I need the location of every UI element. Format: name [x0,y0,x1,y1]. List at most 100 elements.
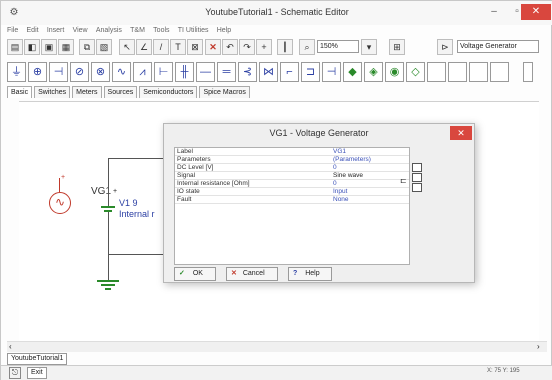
exit-icon[interactable]: ⎋ [9,367,21,379]
delete-icon[interactable]: ✕ [205,39,221,55]
transformer-icon[interactable]: ⊰ [238,62,257,82]
cancel-button[interactable]: ✕ Cancel [226,267,278,281]
horizontal-scrollbar[interactable]: ‹ › [7,341,547,352]
capacitor-icon[interactable]: ╫ [175,62,194,82]
wire-top-horizontal [108,158,164,159]
empty-slot-icon[interactable] [469,62,488,82]
voltage-pin-icon[interactable]: ⊐ [301,62,320,82]
bus-icon[interactable]: ═ [217,62,236,82]
place-component-icon[interactable]: ⊳ [437,39,453,55]
menu-file[interactable]: File [7,25,18,37]
property-row[interactable]: DC Level [V] 0 [175,164,409,172]
tab-meters[interactable]: Meters [72,86,102,98]
tab-basic[interactable]: Basic [7,86,33,98]
tab-switches[interactable]: Switches [34,86,71,98]
component-icon[interactable]: ⊞ [389,39,405,55]
diagram-icon[interactable]: ⊠ [187,39,203,55]
ground-line-3 [105,288,111,290]
sine-generator-icon[interactable]: ∿ [49,192,71,214]
pointer-icon[interactable]: ↖ [119,39,135,55]
empty-slot-icon[interactable] [490,62,509,82]
edit-value-button[interactable] [412,163,422,172]
property-value[interactable]: None [333,196,349,204]
current-source-icon[interactable]: ⊗ [91,62,110,82]
terminal-icon[interactable]: ⊣ [322,62,341,82]
signal-editor-button[interactable] [412,173,422,182]
zoom-dropdown-icon[interactable]: ▾ [361,39,377,55]
property-value[interactable]: 0 [333,164,337,172]
coupled-inductor-icon[interactable]: ⋈ [259,62,278,82]
voltage-source-icon[interactable]: ⊘ [70,62,89,82]
property-row[interactable]: Signal Sine wave [175,172,409,180]
property-value[interactable]: Input [333,188,347,196]
signal-edit-icon[interactable]: ⊏ [400,176,407,185]
property-row[interactable]: IO state Input [175,188,409,196]
property-value[interactable]: (Parameters) [333,156,371,164]
dc-source-icon[interactable]: ⊕ [28,62,47,82]
document-tab[interactable]: YoutubeTutorial1 [7,353,68,365]
property-row[interactable]: Internal resistance [Ohm] 0 [175,180,409,188]
property-value[interactable]: Sine wave [333,172,363,180]
new-icon[interactable]: ▤ [7,39,23,55]
wire-top-vertical [108,158,109,206]
ok-button[interactable]: ✓ OK [174,267,216,281]
voltmeter-icon[interactable]: ◉ [385,62,404,82]
battery-icon[interactable]: ⊣ [49,62,68,82]
menu-edit[interactable]: Edit [27,25,39,37]
switch-icon[interactable]: ⌐ [280,62,299,82]
menu-ti-utilities[interactable]: TI Utilities [178,25,209,37]
tab-spice-macros[interactable]: Spice Macros [199,86,250,98]
battery-plate-long [101,206,115,208]
wattmeter-icon[interactable]: ◇ [406,62,425,82]
wire-icon[interactable]: — [196,62,215,82]
text-icon[interactable]: T [170,39,186,55]
zoom-icon[interactable]: ⌕ [299,39,315,55]
property-value[interactable]: VG1 [333,148,346,156]
help-icon: ? [293,270,298,277]
print-icon[interactable]: ▦ [58,39,74,55]
property-row[interactable]: Label VG1 [175,148,409,156]
zoom-select[interactable]: 150% [317,40,359,53]
property-row[interactable]: Parameters (Parameters) [175,156,409,164]
menu-view[interactable]: View [73,25,88,37]
empty-slot-icon[interactable] [427,62,446,82]
ammeter-icon[interactable]: ◈ [364,62,383,82]
toolbar-scroll[interactable] [523,62,533,82]
angle-icon[interactable]: ∠ [136,39,152,55]
inductor-icon[interactable]: ⊢ [154,62,173,82]
ground-icon[interactable]: ⏚ [7,62,26,82]
scroll-left-icon[interactable]: ‹ [9,342,12,351]
property-row[interactable]: Fault None [175,196,409,204]
open-icon[interactable]: ◧ [24,39,40,55]
save-icon[interactable]: ▣ [41,39,57,55]
generator-icon[interactable]: ∿ [112,62,131,82]
rotate-right-icon[interactable]: ↷ [239,39,255,55]
menu-help[interactable]: Help [217,25,231,37]
empty-slot-icon[interactable] [448,62,467,82]
exit-button[interactable]: Exit [27,367,47,379]
grid-icon[interactable]: ┃ [277,39,293,55]
scroll-right-icon[interactable]: › [537,342,540,351]
line-icon[interactable]: / [153,39,169,55]
probe-icon[interactable]: ◆ [343,62,362,82]
help-button[interactable]: ? Help [288,267,332,281]
menu-tools[interactable]: Tools [153,25,169,37]
dialog-close-button[interactable]: ✕ [450,126,472,140]
copy-icon[interactable]: ⧉ [79,39,95,55]
resistor-icon[interactable]: ⩘ [133,62,152,82]
property-value[interactable]: 0 [333,180,337,188]
menu-analysis[interactable]: Analysis [96,25,122,37]
close-window-button[interactable]: ✕ [521,4,551,20]
signal-select-button[interactable] [412,183,422,192]
property-key: Fault [177,196,192,203]
add-junction-icon[interactable]: + [256,39,272,55]
tab-sources[interactable]: Sources [103,86,138,98]
menu-insert[interactable]: Insert [47,25,65,37]
menu-tm[interactable]: T&M [130,25,145,37]
component-select[interactable]: Voltage Generator [457,40,539,53]
tab-semiconductors[interactable]: Semiconductors [139,86,198,98]
minimize-button[interactable]: – [483,4,505,20]
ground-line-2 [101,284,115,286]
rotate-left-icon[interactable]: ↶ [222,39,238,55]
paste-icon[interactable]: ▧ [96,39,112,55]
